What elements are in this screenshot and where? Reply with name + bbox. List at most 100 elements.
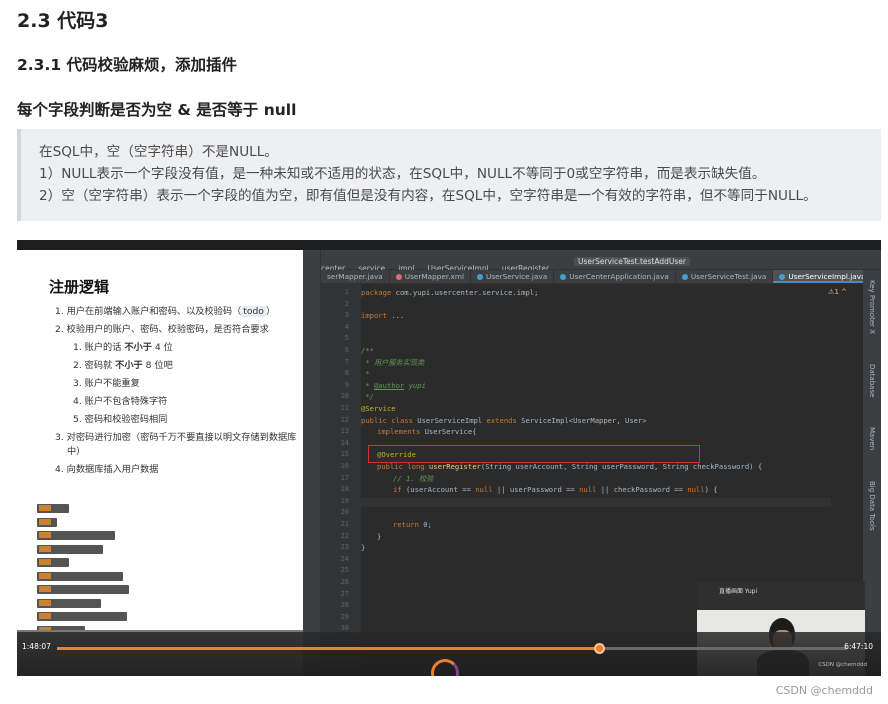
chat-message bbox=[37, 571, 123, 581]
notes-item: 1. 用户在前端输入账户和密码、以及校验码（ todo） bbox=[55, 306, 276, 317]
side-panel-label: Key Promoter X bbox=[868, 280, 876, 335]
line-number: 27 bbox=[340, 589, 349, 598]
current-time: 1:48:07 bbox=[22, 642, 51, 651]
notes-item: 5. 密码和校验密码相同 bbox=[73, 414, 168, 425]
line-number: 23 bbox=[340, 543, 349, 552]
code-line: */ bbox=[361, 392, 374, 402]
line-number-gutter: 1 2 3 4 5 6 7 8 9 10 11 12 13 14 15 16 1… bbox=[321, 284, 361, 676]
paragraph-heading: 每个字段判断是否为空 & 是否等于 null bbox=[17, 101, 297, 119]
editor-tab: UserCenterApplication.java bbox=[554, 270, 676, 283]
chat-message bbox=[37, 517, 57, 527]
player-controls: 1:48:07 6:47:10 CSDN @chemddd bbox=[17, 632, 881, 676]
chat-message bbox=[37, 585, 129, 594]
section-heading: 2.3 代码3 bbox=[17, 10, 109, 32]
line-number: 7 bbox=[344, 357, 349, 366]
line-number: 26 bbox=[340, 578, 349, 586]
line-number: 22 bbox=[340, 531, 349, 540]
editor-tab: UserServiceTest.java bbox=[676, 270, 774, 283]
chat-message bbox=[37, 531, 115, 540]
code-line: } bbox=[361, 543, 366, 553]
notes-item: 2. 密码就 不小于 8 位吧 bbox=[73, 360, 173, 371]
notes-item: 中） bbox=[67, 446, 86, 457]
seek-handle[interactable] bbox=[593, 643, 605, 654]
csdn-watermark: CSDN @chemddd bbox=[775, 684, 873, 697]
class-file-icon bbox=[779, 274, 786, 280]
line-number: 9 bbox=[344, 380, 349, 389]
line-number: 13 bbox=[340, 427, 349, 436]
line-number: 8 bbox=[344, 369, 349, 378]
chat-message bbox=[37, 612, 127, 621]
webcam-header: 直播画面 Yupi bbox=[697, 582, 865, 610]
line-number: 12 bbox=[340, 415, 349, 424]
code-line: return 0; bbox=[393, 520, 432, 529]
duration: 6:47:10 bbox=[844, 642, 873, 651]
line-number: 21 bbox=[340, 520, 349, 528]
side-panel-label: Database bbox=[868, 364, 876, 398]
notes-item: 3. 账户不能重复 bbox=[73, 378, 140, 389]
notes-item: 2. 校验用户的账户、密码、校验密码，是否符合要求 bbox=[55, 324, 269, 335]
line-number: 25 bbox=[340, 566, 349, 575]
line-number: 20 bbox=[340, 508, 349, 517]
loading-spinner-icon bbox=[431, 659, 459, 676]
line-number: 3 bbox=[344, 311, 349, 320]
quote-line: 在SQL中，空（空字符串）不是NULL。 bbox=[39, 144, 278, 160]
code-line: * 用户服务实现类 bbox=[361, 357, 425, 367]
notes-item: 4. 账户不包含特殊字符 bbox=[73, 396, 168, 407]
line-number: 16 bbox=[340, 462, 349, 470]
code-line: // 1. 校验 bbox=[393, 473, 434, 483]
line-number: 1 bbox=[344, 288, 349, 296]
code-line: import ... bbox=[361, 311, 405, 321]
side-panel-label: Big Data Tools bbox=[868, 480, 876, 531]
code-line: @Service bbox=[361, 404, 396, 413]
code-line: public long userRegister(String userAcco… bbox=[377, 462, 763, 471]
line-number: 4 bbox=[344, 322, 349, 331]
xml-file-icon bbox=[395, 274, 402, 280]
line-number: 29 bbox=[340, 612, 349, 621]
annotation-highlight-box bbox=[368, 445, 700, 463]
line-number: 18 bbox=[340, 485, 349, 494]
editor-tabs: serMapper.java UserMapper.xml UserServic… bbox=[321, 270, 863, 284]
notes-panel: 注册逻辑 1. 用户在前端输入账户和密码、以及校验码（ todo） 2. 校验用户… bbox=[17, 250, 303, 676]
code-line: * bbox=[361, 369, 370, 379]
editor-tab: serMapper.java bbox=[321, 270, 390, 283]
interface-file-icon bbox=[477, 274, 484, 280]
chat-message bbox=[37, 598, 101, 608]
line-number: 11 bbox=[340, 404, 349, 412]
class-file-icon bbox=[560, 274, 567, 280]
chat-message bbox=[37, 504, 69, 513]
line-number: 19 bbox=[340, 496, 349, 505]
notes-item: 4. 向数据库插入用户数据 bbox=[55, 464, 159, 475]
editor-tab: UserMapper.xml bbox=[390, 270, 472, 283]
line-number: 6 bbox=[344, 346, 349, 354]
quote-line: 1）NULL表示一个字段没有值，是一种未知或不适用的状态，在SQL中，NULL不… bbox=[39, 166, 766, 182]
line-number: 2 bbox=[344, 299, 349, 308]
code-line: public class UserServiceImpl extends Ser… bbox=[361, 415, 647, 425]
editor-tab: UserService.java bbox=[471, 270, 555, 283]
code-line: } bbox=[377, 531, 382, 541]
progress-fill bbox=[57, 647, 600, 650]
chat-message bbox=[37, 558, 69, 567]
webcam-label: 直播画面 Yupi bbox=[719, 588, 758, 595]
line-number: 28 bbox=[340, 601, 349, 610]
notes-item: 1. 账户的话 不小于 4 位 bbox=[73, 342, 173, 353]
class-file-icon bbox=[681, 274, 688, 280]
line-number: 24 bbox=[340, 554, 349, 563]
quote-line: 2）空（空字符串）表示一个字段的值为空，即有值但是没有内容，在SQL中，空字符串… bbox=[39, 188, 817, 204]
video-player[interactable]: 注册逻辑 1. 用户在前端输入账户和密码、以及校验码（ todo） 2. 校验用户… bbox=[17, 240, 881, 676]
line-number: 17 bbox=[340, 473, 349, 482]
editor-tab-active: UserServiceImpl.java bbox=[773, 270, 863, 283]
project-tool-strip bbox=[303, 250, 321, 676]
chat-message bbox=[37, 544, 103, 554]
line-number: 10 bbox=[340, 392, 349, 401]
code-line: /** bbox=[361, 346, 374, 355]
notes-item: 3. 对密码进行加密（密码千万不要直接以明文存储到数据库 bbox=[55, 432, 297, 443]
line-number: 5 bbox=[344, 334, 349, 343]
video-watermark: CSDN @chemddd bbox=[818, 662, 867, 668]
code-line: * @author yupi bbox=[361, 380, 426, 390]
side-panel-label: Maven bbox=[868, 427, 876, 451]
notes-title: 注册逻辑 bbox=[49, 278, 110, 296]
line-number: 15 bbox=[340, 450, 349, 459]
ide-right-tool-strip: Key Promoter X Database Maven Big Data T… bbox=[863, 270, 881, 676]
line-number: 14 bbox=[340, 438, 349, 447]
code-line: implements UserService{ bbox=[377, 427, 477, 437]
